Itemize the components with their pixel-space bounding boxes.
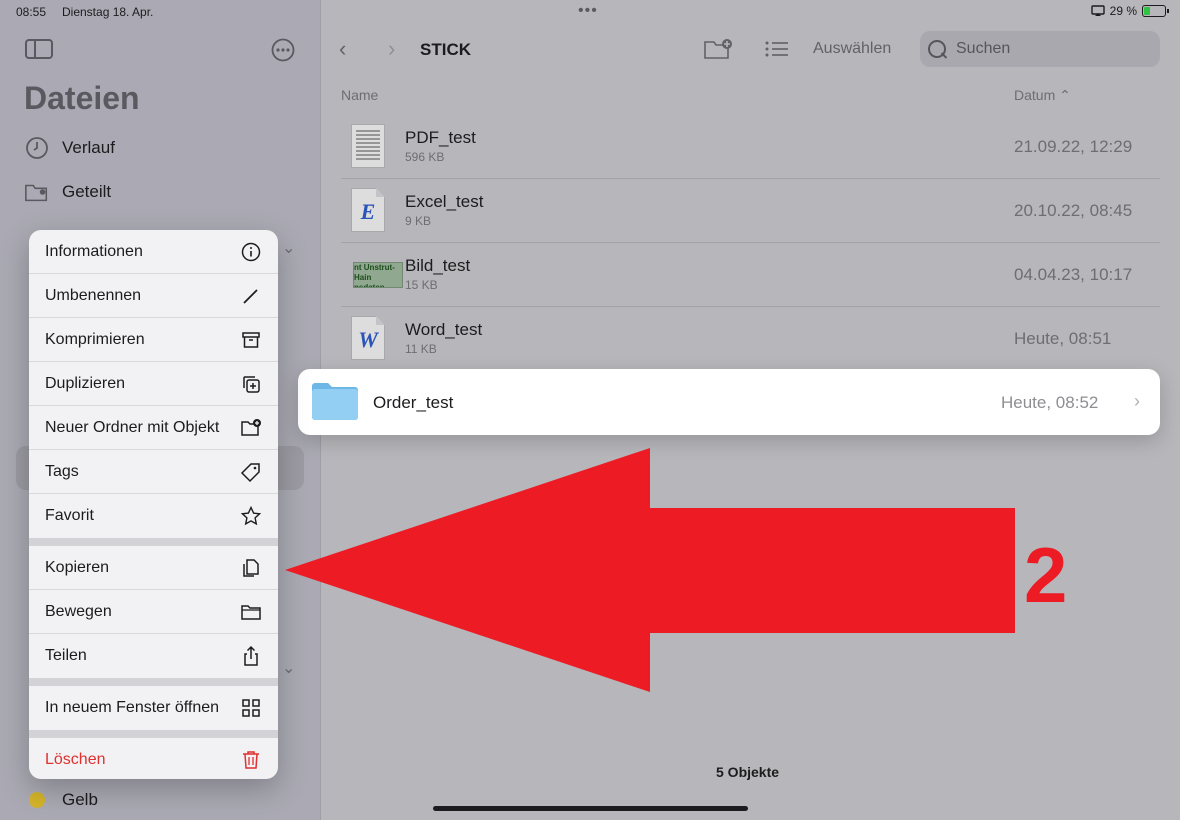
annotation-arrow bbox=[285, 448, 1015, 692]
annotation-number: 2 bbox=[1024, 531, 1068, 619]
